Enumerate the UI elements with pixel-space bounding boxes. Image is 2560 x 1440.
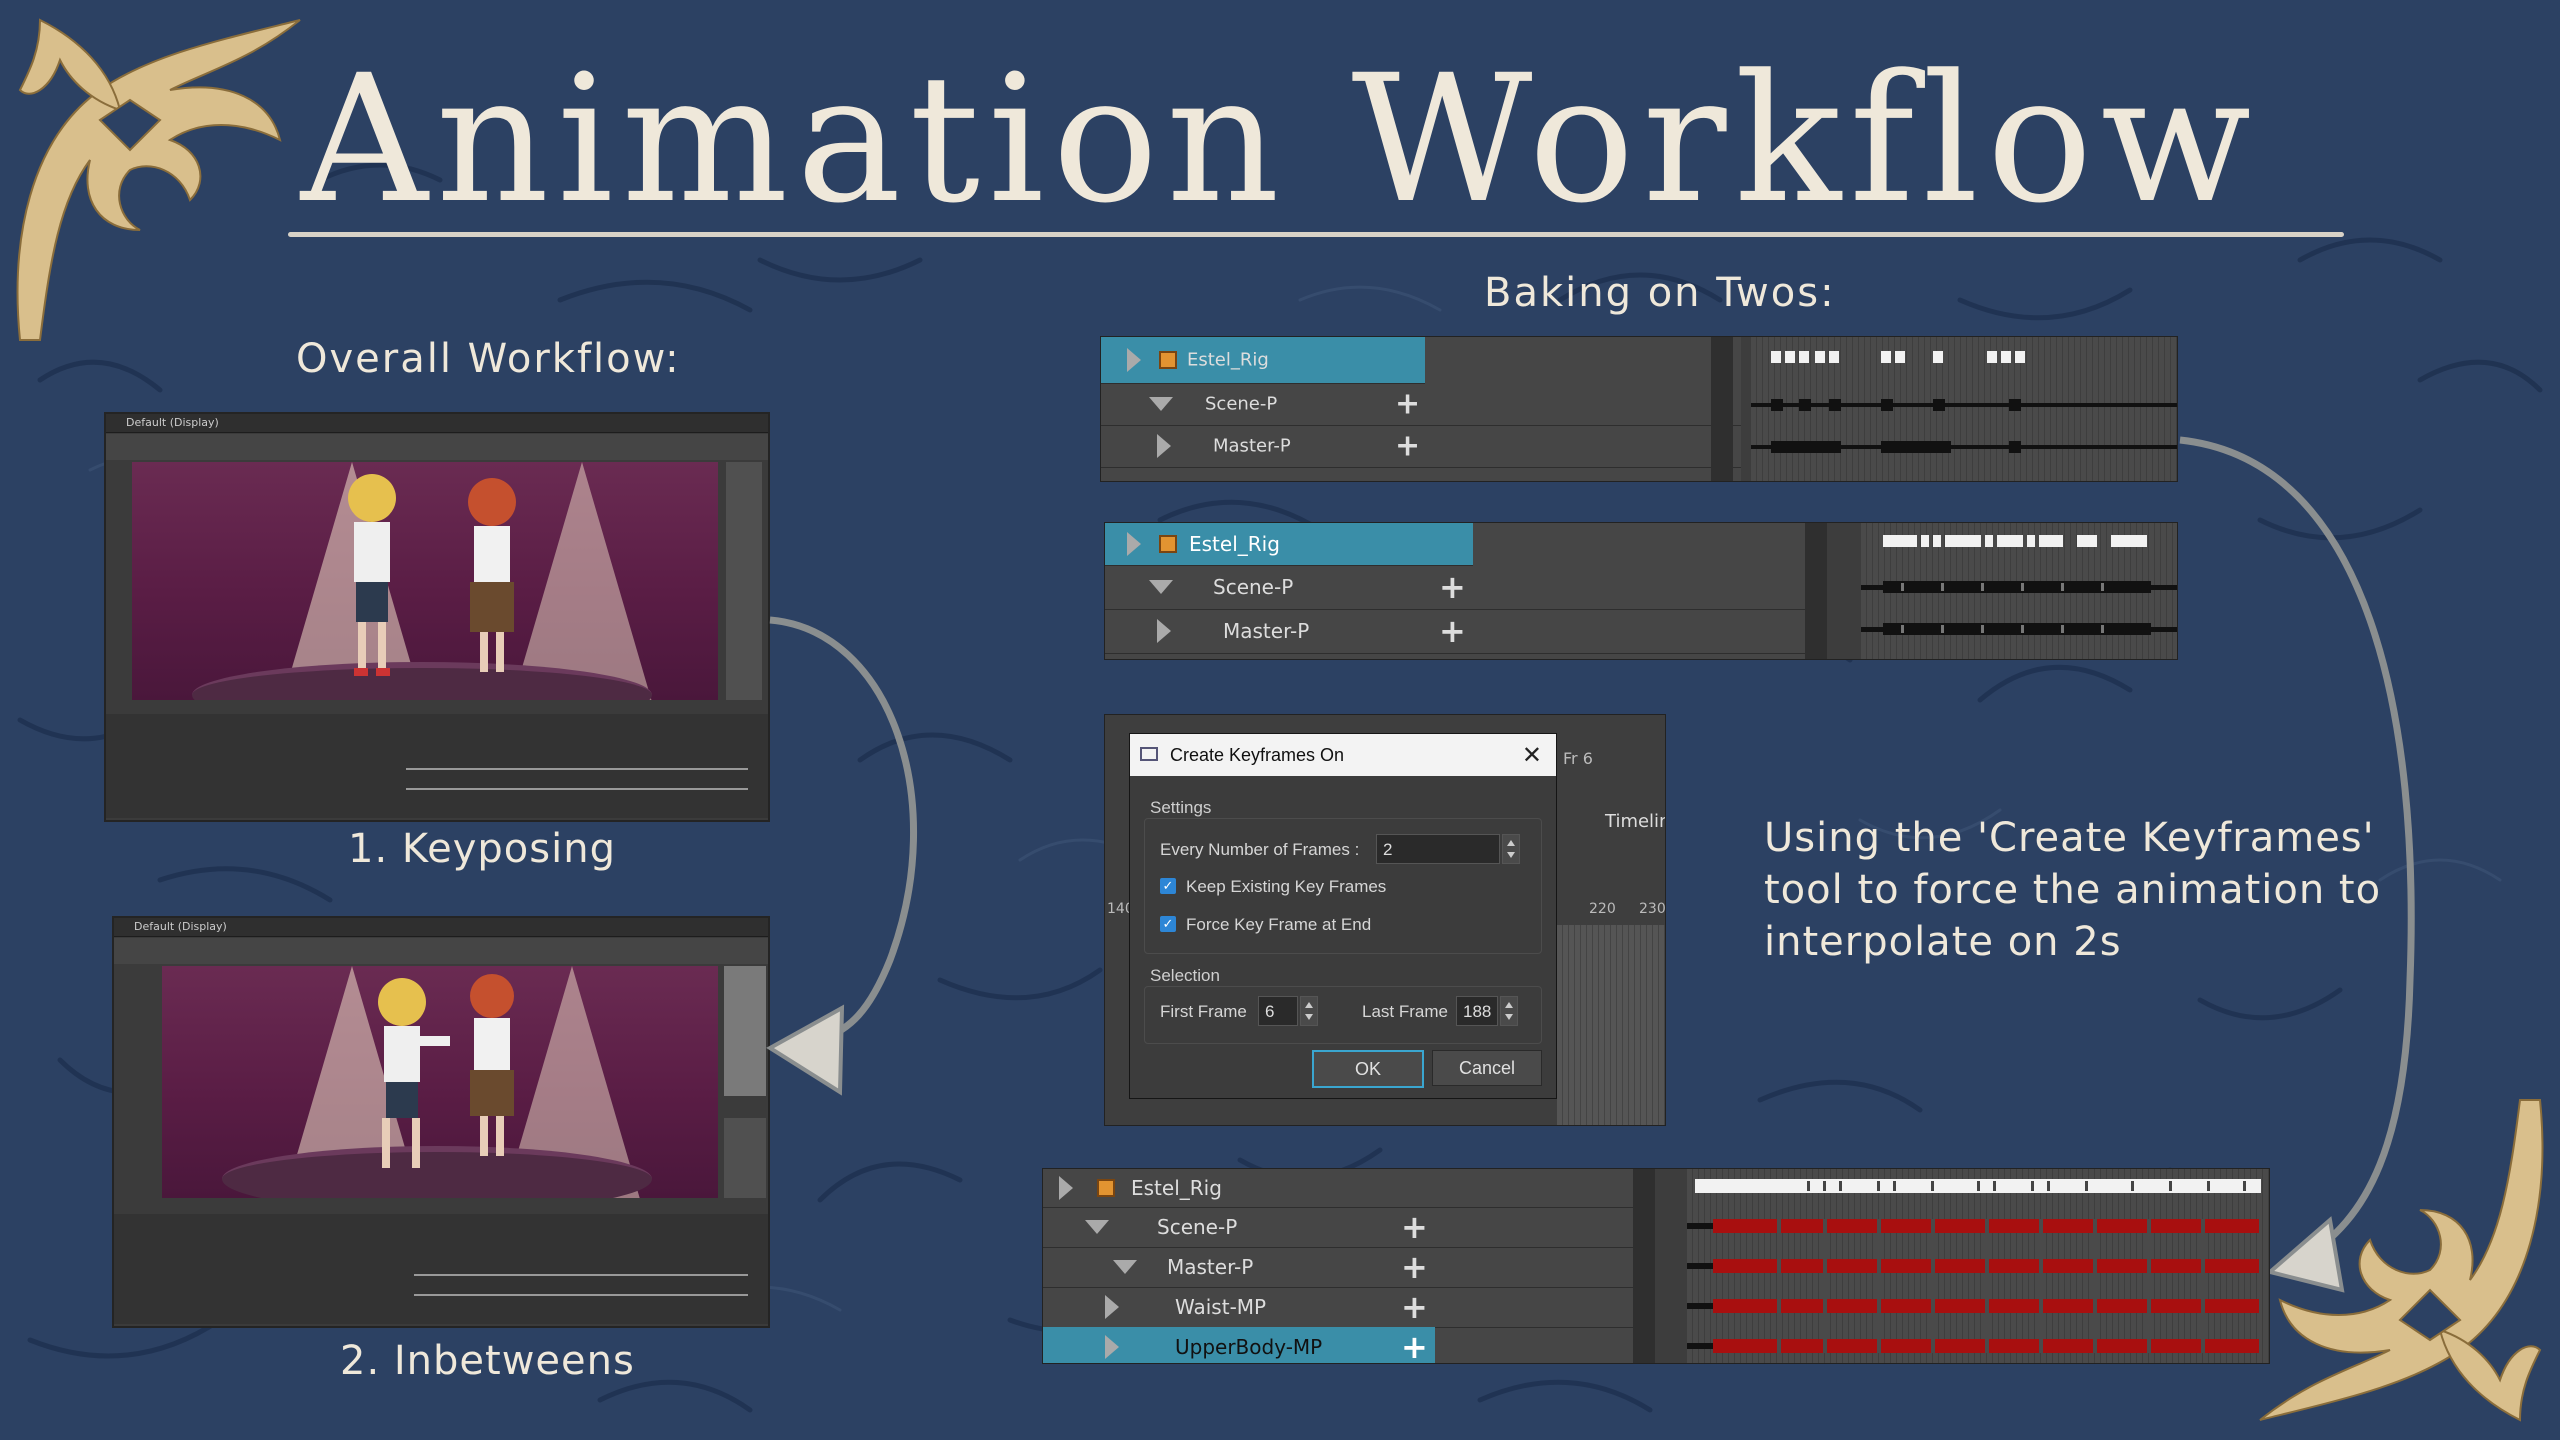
step2-caption: 2. Inbetweens [340,1338,635,1384]
collapse-arrow-icon[interactable] [1149,397,1173,411]
background-frames [1557,925,1665,1125]
timeline-scrollbar[interactable] [1633,1169,1655,1363]
step1-caption: 1. Keyposing [348,826,616,872]
every-number-label: Every Number of Frames : [1160,840,1360,859]
collapse-arrow-icon[interactable] [1085,1220,1109,1234]
first-frame-spinner[interactable] [1300,996,1318,1026]
ok-button[interactable]: OK [1312,1050,1424,1088]
expand-arrow-icon[interactable] [1105,1335,1119,1359]
keep-existing-checkbox[interactable]: ✓ [1160,878,1176,894]
ruler-tick: 220 [1589,901,1616,917]
add-icon[interactable]: + [1401,1248,1428,1286]
force-at-end-checkbox[interactable]: ✓ [1160,916,1176,932]
add-icon[interactable]: + [1401,1288,1428,1326]
frame-indicator: Fr 6 [1563,749,1593,768]
layer-row-estel-rig[interactable]: Estel_Rig [1105,523,1473,566]
add-icon[interactable]: + [1401,1208,1428,1246]
layer-row-master-p[interactable]: Master-P + [1043,1247,1651,1288]
last-frame-spinner[interactable] [1500,996,1518,1026]
character-estel-icon [348,474,396,676]
collapse-arrow-icon[interactable] [1149,580,1173,594]
keep-existing-label: Keep Existing Key Frames [1186,877,1387,896]
layer-row-master-p[interactable]: Master-P + [1105,609,1807,654]
expand-arrow-icon[interactable] [1157,434,1171,458]
expand-arrow-icon[interactable] [1127,348,1141,372]
close-icon[interactable]: ✕ [1522,741,1542,770]
add-icon[interactable]: + [1439,568,1466,606]
dialog-titlebar: Create Keyframes On ✕ [1130,734,1556,776]
frame-grid [1687,1169,2269,1363]
collapse-arrow-icon[interactable] [1113,1260,1137,1274]
layer-row-estel-rig[interactable]: Estel_Rig [1043,1169,1651,1208]
character-companion-icon [468,478,516,672]
page-title: Animation Workflow [300,37,2260,242]
timeline-scrollbar[interactable] [1805,523,1827,659]
rig-group-icon [1159,351,1177,369]
timeline-result-panel: Estel_Rig Scene-P + Master-P + Waist-MP … [1042,1168,2270,1364]
title-divider [288,232,2344,237]
add-icon[interactable]: + [1395,429,1420,464]
first-frame-label: First Frame [1160,1002,1247,1021]
layer-row-upperbody-mp[interactable]: UpperBody-MP + [1043,1327,1435,1363]
timeline-scrollbar[interactable] [1711,337,1733,481]
description-text: Using the 'Create Keyframes' tool to for… [1764,815,2382,965]
selection-group-label: Selection [1150,966,1220,985]
baking-heading: Baking on Twos: [1484,270,1836,316]
expand-arrow-icon[interactable] [1127,532,1141,556]
stage-view [132,462,718,700]
frame-grid [1861,523,2177,659]
layer-row-waist-mp[interactable]: Waist-MP + [1043,1287,1651,1328]
create-keyframes-dialog: Create Keyframes On ✕ Settings Every Num… [1129,733,1557,1099]
expand-arrow-icon[interactable] [1059,1176,1073,1200]
stage-view [162,966,718,1198]
frame-grid [1751,337,2177,481]
timeline-before-panel: Estel_Rig Scene-P + Master-P + [1100,336,2178,482]
rig-group-icon [1097,1179,1115,1197]
keyposing-screenshot: Default (Display) [104,412,770,822]
layer-row-scene-p[interactable]: Scene-P + [1105,565,1807,610]
timeline-after-panel: Estel_Rig Scene-P + Master-P + [1104,522,2178,660]
ruler-tick: 230 [1639,901,1666,917]
character-companion-icon [470,974,514,1156]
last-frame-input[interactable]: 188 [1456,996,1498,1026]
every-number-input[interactable]: 2 [1376,834,1500,864]
first-frame-input[interactable]: 6 [1258,996,1298,1026]
window-icon [1140,747,1158,761]
timeline-tab[interactable]: Timelin [1605,811,1665,832]
character-estel-icon [378,978,450,1168]
every-number-spinner[interactable] [1502,834,1520,864]
layer-row-estel-rig[interactable]: Estel_Rig [1101,337,1425,384]
expand-arrow-icon[interactable] [1157,619,1171,643]
last-frame-label: Last Frame [1362,1002,1448,1021]
force-at-end-label: Force Key Frame at End [1186,915,1372,934]
settings-group-label: Settings [1150,798,1212,817]
layer-row-scene-p[interactable]: Scene-P + [1101,383,1741,426]
expand-arrow-icon[interactable] [1105,1295,1119,1319]
add-icon[interactable]: + [1401,1328,1428,1363]
add-icon[interactable]: + [1395,387,1420,422]
layer-row-scene-p[interactable]: Scene-P + [1043,1207,1651,1248]
add-icon[interactable]: + [1439,612,1466,650]
arrow-keyposing-to-inbetweens-icon [766,616,918,1096]
inbetweens-screenshot: Default (Display) [112,916,770,1328]
rig-group-icon [1159,535,1177,553]
cancel-button[interactable]: Cancel [1432,1050,1542,1086]
create-keyframes-screenshot: Fr 6 Timelin 140 220 230 Create Keyframe… [1104,714,1666,1126]
overall-workflow-heading: Overall Workflow: [296,336,681,382]
layer-row-master-p[interactable]: Master-P + [1101,425,1741,468]
